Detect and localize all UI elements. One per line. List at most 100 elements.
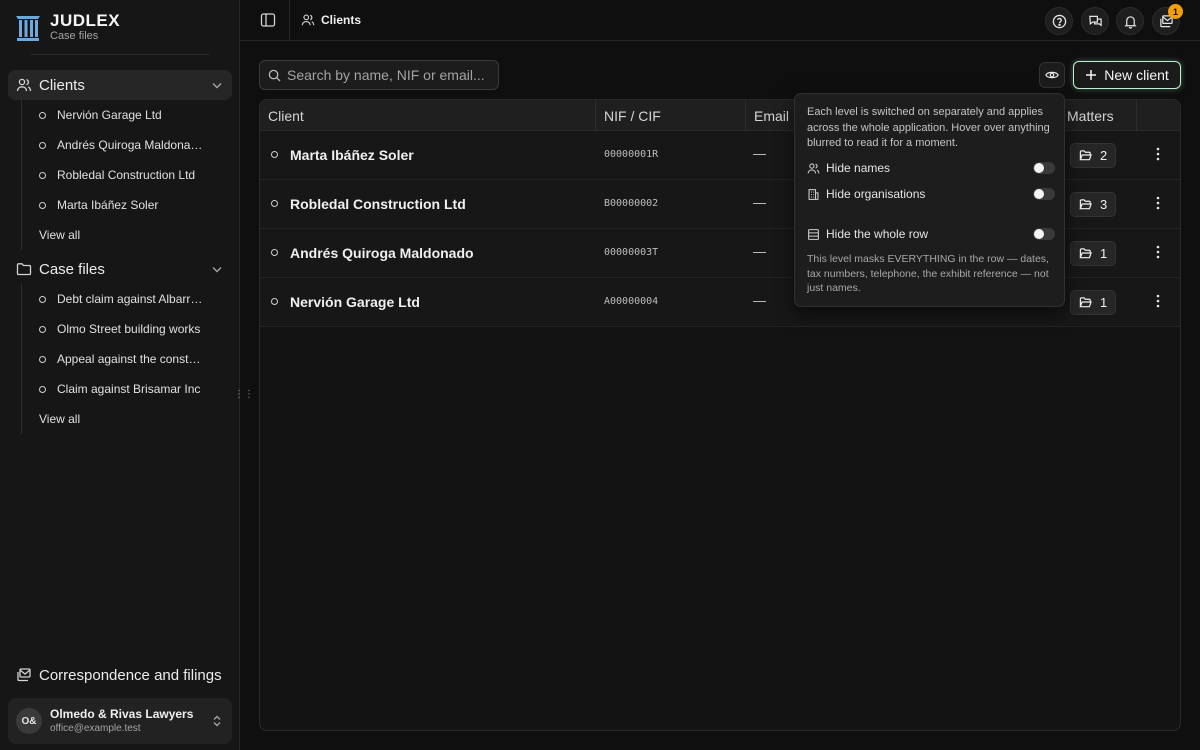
messages-button[interactable] (1081, 7, 1109, 35)
building-icon (808, 188, 819, 200)
more-vertical-icon[interactable] (1152, 244, 1164, 260)
chevron-down-icon[interactable] (210, 78, 224, 92)
chevron-down-icon[interactable] (210, 262, 224, 276)
matters-count: 3 (1100, 197, 1108, 212)
eye-icon (1045, 71, 1059, 79)
matters-count: 1 (1100, 295, 1108, 310)
sidebar-group-clients-label: Clients (39, 76, 85, 94)
sidebar-case-file-item[interactable]: Appeal against the construction (22, 344, 221, 374)
brand[interactable]: JUDLEX Case files (14, 11, 120, 43)
more-vertical-icon[interactable] (1152, 195, 1164, 211)
option-hide-organisations-label: Hide organisations (826, 187, 926, 201)
mail-stack-icon (17, 668, 31, 682)
new-client-button[interactable]: New client (1073, 61, 1181, 89)
client-nif: A00000004 (604, 296, 659, 307)
sidebar-client-item[interactable]: Andrés Quiroga Maldonado (22, 130, 221, 160)
avatar: O& (16, 708, 42, 734)
sidebar-toggle-icon[interactable] (260, 12, 276, 28)
header-divider (289, 0, 290, 41)
sidebar-client-item[interactable]: Marta Ibáñez Soler (22, 190, 221, 220)
matters-button[interactable]: 1 (1070, 290, 1117, 315)
new-client-button-label: New client (1104, 67, 1169, 83)
option-hide-row-label: Hide the whole row (826, 227, 929, 241)
folder-open-icon (1079, 199, 1092, 210)
more-vertical-icon[interactable] (1152, 146, 1164, 162)
sidebar-group-clients[interactable]: Clients (8, 70, 232, 100)
client-name[interactable]: Marta Ibáñez Soler (290, 147, 414, 163)
sidebar-clients-view-all[interactable]: View all (22, 220, 221, 250)
sidebar-case-file-item[interactable]: Debt claim against Albarrán (22, 284, 221, 314)
sidebar-group-case-files-label: Case files (39, 260, 105, 278)
search-box[interactable] (259, 60, 499, 90)
brand-name: JUDLEX (50, 10, 121, 30)
column-header-matters[interactable]: Matters (1067, 108, 1114, 124)
option-hide-names[interactable]: Hide names (807, 159, 1055, 177)
circle-bullet-icon (39, 295, 46, 303)
column-header-email[interactable]: Email (754, 108, 789, 124)
privacy-popover-note: This level masks EVERYTHING in the row —… (807, 253, 1049, 294)
column-header-nif[interactable]: NIF / CIF (604, 108, 661, 124)
sidebar-clients-list: Nervión Garage Ltd Andrés Quiroga Maldon… (21, 100, 221, 250)
client-nif: 00000001R (604, 149, 659, 160)
inbox-button[interactable]: 1 (1152, 4, 1183, 35)
circle-bullet-icon (39, 111, 46, 119)
client-name[interactable]: Nervión Garage Ltd (290, 294, 420, 310)
option-hide-names-label: Hide names (826, 161, 891, 175)
column-divider (745, 100, 746, 131)
client-email: — (753, 293, 766, 308)
sidebar-case-files-list: Debt claim against Albarrán Olmo Street … (21, 284, 221, 434)
account-switcher[interactable]: O& Olmedo & Rivas Lawyers office@example… (8, 698, 232, 744)
hide-names-toggle[interactable] (1033, 162, 1055, 174)
sidebar-item-correspondence-label: Correspondence and filings (39, 666, 222, 684)
search-input[interactable] (287, 67, 487, 83)
folder-open-icon (1079, 248, 1092, 259)
sidebar-case-file-item[interactable]: Claim against Brisamar Inc (22, 374, 221, 404)
option-hide-organisations[interactable]: Hide organisations (807, 185, 1055, 203)
circle-bullet-icon (39, 141, 46, 149)
option-hide-row[interactable]: Hide the whole row (807, 225, 1055, 243)
chat-bubbles-icon (1088, 15, 1102, 26)
hide-row-toggle[interactable] (1033, 228, 1055, 240)
column-divider (595, 100, 596, 131)
circle-bullet-icon (39, 355, 46, 363)
matters-count: 1 (1100, 246, 1108, 261)
sidebar-resize-handle[interactable]: ⋮⋮ (234, 388, 254, 402)
sidebar-case-files-view-all[interactable]: View all (22, 404, 221, 434)
client-nif: 00000003T (604, 247, 659, 258)
sidebar-group-case-files[interactable]: Case files (8, 254, 232, 284)
sidebar-client-item[interactable]: Robledal Construction Ltd (22, 160, 221, 190)
circle-bullet-icon (39, 385, 46, 393)
users-icon (16, 78, 32, 92)
matters-button[interactable]: 3 (1070, 192, 1117, 217)
privacy-toggle-button[interactable] (1039, 62, 1065, 88)
folder-open-icon (1079, 150, 1092, 161)
app-root: JUDLEX Case files Clients Nervión Garage… (0, 0, 1200, 750)
chevron-up-down-icon (213, 715, 221, 727)
client-name[interactable]: Andrés Quiroga Maldonado (290, 245, 474, 261)
account-name: Olmedo & Rivas Lawyers (50, 707, 194, 721)
hide-organisations-toggle[interactable] (1033, 188, 1055, 200)
client-name[interactable]: Robledal Construction Ltd (290, 196, 466, 212)
matters-count: 2 (1100, 148, 1108, 163)
circle-bullet-icon (271, 298, 278, 305)
circle-bullet-icon (39, 171, 46, 179)
sidebar-case-file-item[interactable]: Olmo Street building works (22, 314, 221, 344)
table-rows-icon (808, 228, 819, 240)
column-header-client[interactable]: Client (268, 108, 304, 124)
users-icon (301, 14, 315, 26)
notifications-button[interactable] (1116, 7, 1144, 35)
sidebar-client-item[interactable]: Nervión Garage Ltd (22, 100, 221, 130)
column-divider (1136, 100, 1137, 131)
folder-open-icon (1079, 297, 1092, 308)
matters-button[interactable]: 2 (1070, 143, 1117, 168)
client-email: — (753, 195, 766, 210)
sidebar-item-correspondence[interactable]: Correspondence and filings (8, 660, 232, 690)
more-vertical-icon[interactable] (1152, 293, 1164, 309)
help-circle-icon (1052, 14, 1066, 28)
help-button[interactable] (1045, 7, 1073, 35)
brand-subtitle: Case files (50, 29, 99, 42)
matters-button[interactable]: 1 (1070, 241, 1117, 266)
plus-icon (1086, 70, 1097, 80)
notification-badge: 1 (1168, 4, 1183, 19)
circle-bullet-icon (271, 151, 278, 158)
